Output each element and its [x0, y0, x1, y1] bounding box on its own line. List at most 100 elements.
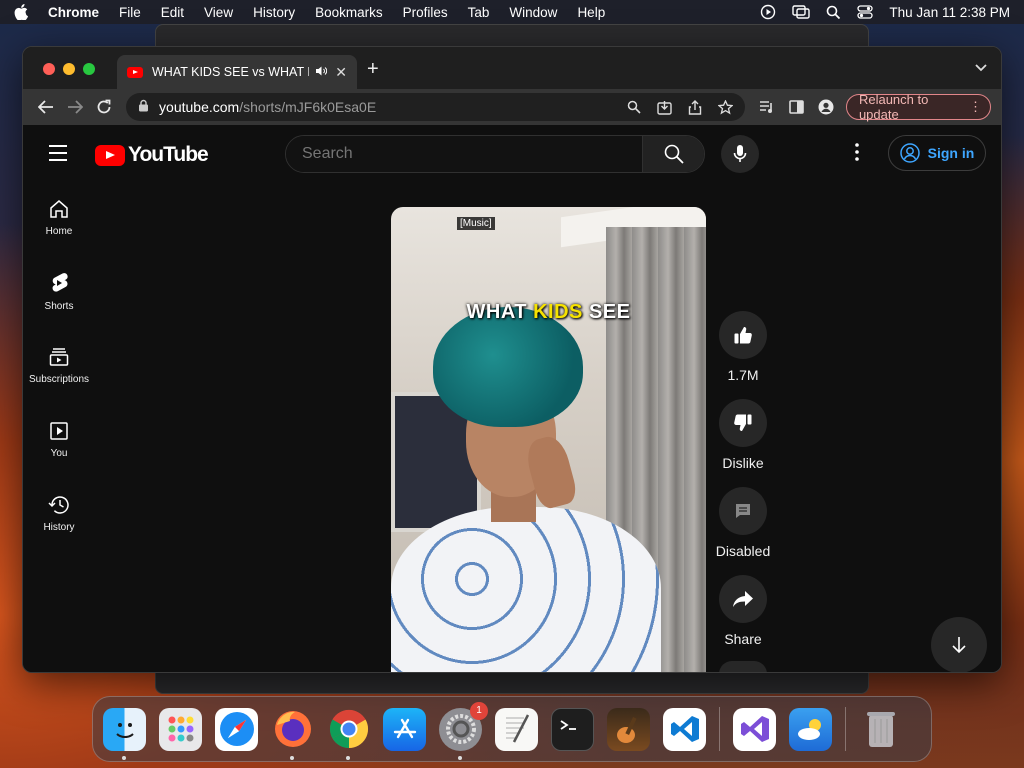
profile-icon[interactable]: [818, 99, 834, 115]
reload-button[interactable]: [91, 93, 116, 121]
trash-icon[interactable]: [859, 708, 902, 751]
zoom-search-icon[interactable]: [627, 100, 641, 114]
youtube-page: YouTube Sign in Home: [23, 125, 1001, 672]
comments-action: Disabled: [716, 487, 770, 559]
search-input[interactable]: [286, 136, 642, 172]
sidebar-item-you[interactable]: You: [23, 403, 95, 477]
share-button[interactable]: [719, 575, 767, 623]
menu-edit[interactable]: Edit: [161, 5, 184, 20]
relaunch-label: Relaunch to update: [858, 92, 929, 122]
menu-file[interactable]: File: [119, 5, 141, 20]
settings-badge: 1: [470, 701, 488, 720]
finder-icon[interactable]: [103, 707, 146, 760]
video-overlay-title: WHAT KIDS SEE: [391, 301, 706, 324]
new-tab-button[interactable]: +: [367, 59, 379, 79]
vscode-icon[interactable]: [663, 707, 706, 751]
sidebar-item-subscriptions[interactable]: Subscriptions: [23, 329, 95, 403]
sidebar-item-shorts[interactable]: Shorts: [23, 255, 95, 329]
chrome-window: WHAT KIDS SEE vs WHAT PARENTS SEE ✕ + yo…: [22, 46, 1002, 673]
youtube-header: YouTube Sign in: [23, 125, 1001, 181]
menu-window[interactable]: Window: [509, 5, 557, 20]
apple-icon[interactable]: [14, 4, 30, 20]
microphone-icon: [733, 145, 747, 162]
minimize-window-button[interactable]: [63, 63, 75, 75]
macos-dock: 1: [92, 696, 932, 762]
dislike-button[interactable]: [719, 399, 767, 447]
side-panel-icon[interactable]: [789, 100, 804, 114]
browser-toolbar: youtube.com/shorts/mJF6k0Esa0E Relaunch …: [23, 89, 1001, 125]
relaunch-to-update-button[interactable]: Relaunch to update ⋮: [845, 92, 992, 122]
tab-search-chevron-icon[interactable]: [975, 61, 987, 75]
comments-button[interactable]: [719, 487, 767, 535]
lock-icon[interactable]: [138, 99, 149, 115]
menu-profiles[interactable]: Profiles: [403, 5, 448, 20]
sidebar-label-you: You: [50, 448, 68, 459]
voice-search-button[interactable]: [721, 135, 759, 173]
menu-bookmarks[interactable]: Bookmarks: [315, 5, 383, 20]
dislike-label: Dislike: [722, 455, 764, 471]
url-path: /shorts/mJF6k0Esa0E: [239, 99, 377, 115]
sidebar-label-subscriptions: Subscriptions: [28, 374, 90, 385]
overlay-word-kids: KIDS: [533, 301, 583, 323]
more-actions-button[interactable]: [719, 661, 767, 672]
menu-help[interactable]: Help: [577, 5, 605, 20]
youtube-logo[interactable]: YouTube: [95, 143, 209, 167]
share-page-icon[interactable]: [688, 99, 702, 115]
tab-strip: WHAT KIDS SEE vs WHAT PARENTS SEE ✕ +: [23, 47, 1001, 89]
address-bar[interactable]: youtube.com/shorts/mJF6k0Esa0E: [126, 93, 745, 121]
close-window-button[interactable]: [43, 63, 55, 75]
account-circle-icon: [899, 143, 920, 163]
menu-view[interactable]: View: [204, 5, 233, 20]
app-store-icon[interactable]: [383, 707, 426, 751]
menu-tab[interactable]: Tab: [468, 5, 490, 20]
textedit-icon[interactable]: [495, 707, 538, 751]
spotlight-search-icon[interactable]: [826, 5, 841, 20]
next-short-button[interactable]: [931, 617, 987, 672]
play-status-icon[interactable]: [760, 4, 776, 20]
settings-more-icon[interactable]: [855, 143, 859, 166]
garageband-icon[interactable]: [607, 707, 650, 751]
window-controls: [43, 63, 95, 75]
launchpad-icon[interactable]: [159, 707, 202, 751]
sidebar-item-home[interactable]: Home: [23, 181, 95, 255]
chrome-icon[interactable]: [327, 708, 370, 760]
like-count: 1.7M: [727, 367, 759, 383]
guide-menu-icon[interactable]: [49, 145, 67, 166]
terminal-icon[interactable]: [551, 707, 594, 751]
tab-youtube-short[interactable]: WHAT KIDS SEE vs WHAT PARENTS SEE ✕: [117, 55, 357, 89]
zoom-window-button[interactable]: [83, 63, 95, 75]
forward-button[interactable]: [62, 93, 87, 121]
dock-separator-trash: [845, 707, 846, 751]
search-button[interactable]: [642, 136, 704, 172]
menubar-clock[interactable]: Thu Jan 11 2:38 PM: [889, 5, 1010, 20]
comment-icon: [736, 504, 750, 518]
bookmark-star-icon[interactable]: [717, 99, 733, 115]
control-center-icon[interactable]: [857, 5, 874, 19]
firefox-icon[interactable]: [271, 708, 314, 760]
install-app-icon[interactable]: [657, 100, 672, 115]
system-settings-icon[interactable]: 1: [439, 701, 488, 760]
tab-close-icon[interactable]: ✕: [335, 64, 347, 81]
sign-in-button[interactable]: Sign in: [888, 135, 986, 171]
youtube-logo-text: YouTube: [128, 143, 209, 166]
search-box: [285, 135, 705, 173]
tab-audio-icon[interactable]: [315, 66, 328, 79]
menu-history[interactable]: History: [253, 5, 295, 20]
search-icon: [664, 144, 684, 164]
back-button[interactable]: [33, 93, 58, 121]
weather-icon[interactable]: [789, 707, 832, 751]
thumbs-up-icon: [734, 327, 752, 344]
screen-mirroring-icon[interactable]: [792, 5, 811, 19]
history-icon: [48, 496, 69, 514]
like-button[interactable]: [719, 311, 767, 359]
safari-icon[interactable]: [215, 707, 258, 751]
sidebar-label-history: History: [43, 522, 75, 533]
chrome-menu-icon[interactable]: ⋮: [969, 99, 982, 115]
short-video-player[interactable]: [Music] WHAT KIDS SEE: [391, 207, 706, 672]
firefox-running-dot: [290, 755, 294, 760]
media-controls-icon[interactable]: [759, 100, 775, 114]
visual-studio-icon[interactable]: [733, 707, 776, 751]
guide-sidebar: Home Shorts Subscriptions You History: [23, 181, 95, 551]
sidebar-item-history[interactable]: History: [23, 477, 95, 551]
menu-app-name[interactable]: Chrome: [48, 5, 99, 20]
